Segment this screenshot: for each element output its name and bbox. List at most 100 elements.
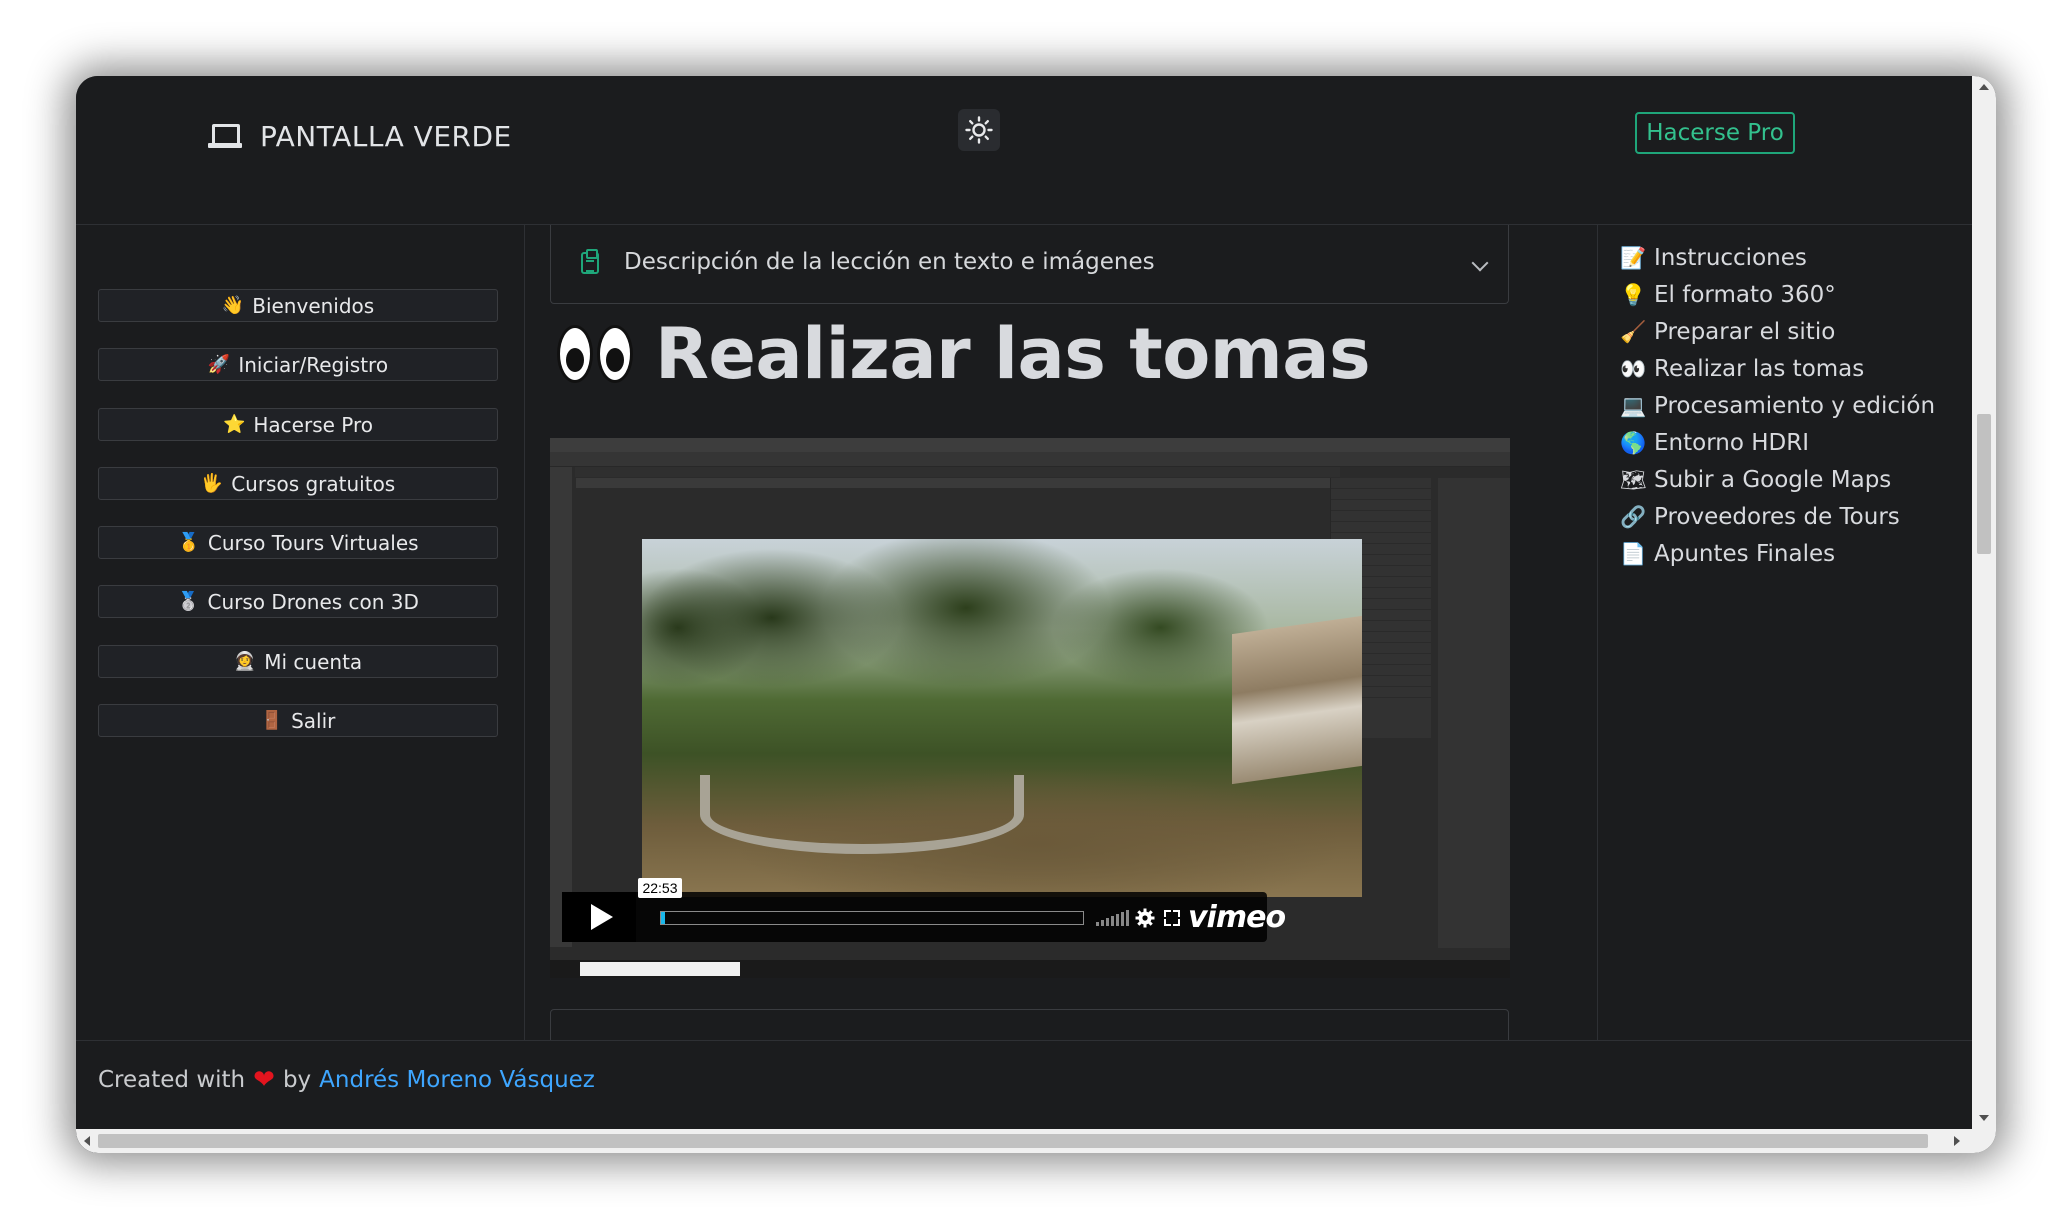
sidebar-item-my-account[interactable]: 👩‍🚀 Mi cuenta	[98, 645, 498, 678]
sidebar-item-label: Hacerse Pro	[253, 412, 374, 437]
toc-item-label: Preparar el sitio	[1654, 319, 1836, 345]
sun-icon	[965, 116, 993, 144]
silver-medal-icon: 🥈	[177, 591, 200, 612]
volume-icon[interactable]	[1096, 910, 1129, 926]
lesson-toc: 📝 Instrucciones 💡 El formato 360° 🧹 Prep…	[1597, 225, 1973, 1040]
eyes-icon: 👀	[1620, 356, 1647, 381]
video-frame-side-panel	[1438, 478, 1510, 948]
chevron-down-icon	[1471, 254, 1489, 272]
eyes-icon	[557, 325, 633, 383]
lightbulb-icon: 💡	[1620, 282, 1647, 307]
astronaut-icon: 👩‍🚀	[233, 651, 257, 672]
scroll-up-icon[interactable]	[1979, 84, 1989, 90]
scroll-down-icon[interactable]	[1979, 1115, 1989, 1121]
main-content: Descripción de la lección en texto e imá…	[525, 225, 1596, 1040]
page-title: Realizar las tomas	[655, 313, 1371, 395]
laptop-icon	[208, 123, 242, 150]
map-icon: 🗺	[1620, 467, 1647, 492]
vertical-scrollbar[interactable]	[1972, 76, 1996, 1129]
scroll-left-icon[interactable]	[84, 1136, 90, 1146]
sidebar-item-label: Bienvenidos	[252, 293, 375, 318]
video-frame-taskbar	[550, 960, 1510, 978]
toc-item-label: Apuntes Finales	[1654, 541, 1836, 567]
scroll-right-icon[interactable]	[1954, 1136, 1960, 1146]
video-frame-tabs	[575, 467, 1340, 477]
go-pro-button[interactable]: Hacerse Pro	[1635, 112, 1795, 154]
laptop-icon: 💻	[1620, 393, 1647, 418]
memo-icon: 📝	[1620, 245, 1647, 270]
video-timecode: 22:53	[638, 878, 682, 898]
door-icon: 🚪	[260, 710, 284, 731]
sidebar-item-label: Salir	[291, 708, 336, 733]
video-progress-bar[interactable]	[660, 911, 1084, 925]
toc-item-label: El formato 360°	[1654, 282, 1836, 308]
hand-icon: 🖐	[200, 473, 224, 494]
brand[interactable]: PANTALLA VERDE	[208, 120, 512, 153]
broom-icon: 🧹	[1620, 319, 1647, 344]
lesson-description-accordion[interactable]: Descripción de la lección en texto e imá…	[550, 225, 1509, 304]
sidebar-item-bienvenidos[interactable]: 👋 Bienvenidos	[98, 289, 498, 322]
horizontal-scrollbar[interactable]	[76, 1129, 1996, 1153]
site-header: PANTALLA VERDE Hacerse Pro	[76, 76, 1972, 225]
toc-item-proveedores[interactable]: 🔗 Proveedores de Tours	[1620, 504, 1900, 530]
toc-item-entorno-hdri[interactable]: 🌎 Entorno HDRI	[1620, 430, 1809, 456]
sidebar-item-label: Iniciar/Registro	[238, 352, 389, 377]
sidebar-item-label: Cursos gratuitos	[231, 471, 396, 496]
sidebar-item-drones-course[interactable]: 🥈 Curso Drones con 3D	[98, 585, 498, 618]
toc-item-preparar-sitio[interactable]: 🧹 Preparar el sitio	[1620, 319, 1835, 345]
theme-toggle-button[interactable]	[958, 109, 1000, 151]
sidebar-item-label: Curso Drones con 3D	[207, 589, 419, 614]
rocket-icon: 🚀	[207, 354, 231, 375]
toc-item-label: Proveedores de Tours	[1654, 504, 1900, 530]
toc-item-formato-360[interactable]: 💡 El formato 360°	[1620, 282, 1836, 308]
sidebar-item-login[interactable]: 🚀 Iniciar/Registro	[98, 348, 498, 381]
author-link[interactable]: Andrés Moreno Vásquez	[319, 1067, 595, 1093]
accordion-title: Descripción de la lección en texto e imá…	[624, 249, 1155, 275]
footer-created-with: Created with	[98, 1067, 246, 1093]
vimeo-logo[interactable]: vimeo	[1188, 900, 1286, 935]
star-icon: ⭐	[222, 414, 246, 435]
video-frame-menubar	[550, 438, 1510, 452]
toc-item-label: Instrucciones	[1654, 245, 1807, 271]
brand-title: PANTALLA VERDE	[260, 120, 512, 153]
sidebar-item-label: Curso Tours Virtuales	[207, 530, 419, 555]
sidebar-item-logout[interactable]: 🚪 Salir	[98, 704, 498, 737]
toc-item-label: Procesamiento y edición	[1654, 393, 1936, 419]
scrollbar-thumb[interactable]	[1977, 414, 1991, 554]
scrollbar-thumb[interactable]	[98, 1134, 1928, 1148]
lesson-heading: Realizar las tomas	[557, 313, 1371, 395]
clipboard-icon	[581, 249, 599, 274]
gold-medal-icon: 🥇	[177, 532, 200, 553]
heart-icon: ❤	[253, 1065, 275, 1095]
page-icon: 📄	[1620, 541, 1647, 566]
video-frame-ruler	[576, 478, 1346, 488]
fullscreen-icon[interactable]	[1164, 910, 1180, 926]
sidebar-item-label: Mi cuenta	[264, 649, 363, 674]
sidebar-item-go-pro[interactable]: ⭐ Hacerse Pro	[98, 408, 498, 441]
footer-by: by	[282, 1067, 312, 1093]
sidebar-item-free-courses[interactable]: 🖐 Cursos gratuitos	[98, 467, 498, 500]
footer-credit: Created with ❤ by Andrés Moreno Vásquez	[98, 1065, 595, 1095]
sidebar-item-virtual-tours-course[interactable]: 🥇 Curso Tours Virtuales	[98, 526, 498, 559]
toc-item-label: Realizar las tomas	[1654, 356, 1865, 382]
link-icon: 🔗	[1620, 504, 1647, 529]
toc-item-apuntes-finales[interactable]: 📄 Apuntes Finales	[1620, 541, 1835, 567]
video-player[interactable]: 22:53 vimeo	[550, 438, 1510, 978]
toc-item-procesamiento[interactable]: 💻 Procesamiento y edición	[1620, 393, 1935, 419]
toc-item-label: Entorno HDRI	[1654, 430, 1809, 456]
toc-item-google-maps[interactable]: 🗺 Subir a Google Maps	[1620, 467, 1891, 493]
sidebar-nav: 👋 Bienvenidos 🚀 Iniciar/Registro ⭐ Hacer…	[76, 225, 525, 1040]
play-button[interactable]	[562, 892, 636, 942]
toc-item-label: Subir a Google Maps	[1654, 467, 1892, 493]
next-content-card	[550, 1009, 1509, 1040]
play-icon	[591, 904, 613, 930]
wave-icon: 👋	[221, 295, 245, 316]
toc-item-instrucciones[interactable]: 📝 Instrucciones	[1620, 245, 1807, 271]
video-frame-toolbar	[550, 467, 572, 947]
gear-icon[interactable]	[1135, 908, 1155, 928]
globe-icon: 🌎	[1620, 430, 1647, 455]
browser-window: PANTALLA VERDE Hacerse Pro 👋 Bienvenidos…	[76, 76, 1996, 1153]
toc-item-realizar-tomas[interactable]: 👀 Realizar las tomas	[1620, 356, 1864, 382]
panorama-image	[642, 539, 1362, 897]
video-frame-options-bar	[550, 452, 1510, 467]
